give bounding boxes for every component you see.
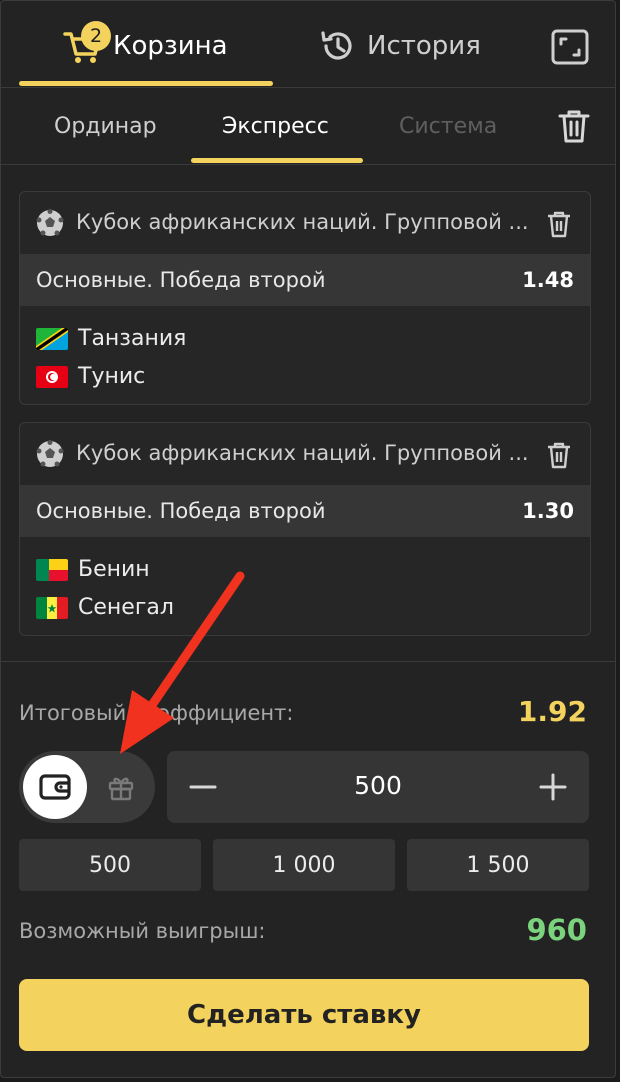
- football-icon: [36, 209, 64, 236]
- market-name: Основные. Победа второй: [36, 499, 326, 523]
- tab-history[interactable]: История: [319, 23, 481, 69]
- tunisia-flag-icon: [36, 365, 68, 388]
- top-tabs: 2 Корзина История: [1, 1, 615, 88]
- team-home: Танзания: [36, 326, 186, 351]
- market-row: Основные. Победа второй 1.48: [20, 254, 590, 306]
- tournament-name: Кубок африканских наций. Групповой ...: [76, 441, 529, 465]
- tab-cart[interactable]: 2 Корзина: [63, 21, 228, 69]
- balance-toggle[interactable]: [19, 751, 155, 823]
- wallet-option[interactable]: [23, 755, 87, 819]
- history-icon: [321, 31, 352, 60]
- cart-count-badge: 2: [81, 21, 111, 51]
- market-row: Основные. Победа второй 1.30: [20, 485, 590, 537]
- tab-express[interactable]: Экспресс: [222, 114, 329, 139]
- possible-win-value: 960: [526, 913, 587, 947]
- senegal-flag-icon: [36, 596, 68, 619]
- tab-single[interactable]: Ординар: [54, 114, 157, 139]
- team-away: Сенегал: [36, 595, 174, 620]
- team-home: Бенин: [36, 557, 150, 582]
- team-name: Бенин: [78, 557, 150, 582]
- betslip-panel: 2 Корзина История Ординар Экспресс Систе…: [0, 0, 616, 1078]
- plus-icon[interactable]: [537, 771, 569, 803]
- stake-input[interactable]: 500: [167, 771, 589, 800]
- bet-odd: 1.48: [522, 268, 574, 292]
- place-bet-button[interactable]: Сделать ставку: [19, 979, 589, 1051]
- wallet-icon: [39, 774, 71, 800]
- team-name: Танзания: [78, 326, 187, 351]
- bet-card-header: Кубок африканских наций. Групповой ...: [20, 423, 590, 485]
- trash-icon[interactable]: [557, 108, 591, 144]
- bet-odd: 1.30: [522, 499, 574, 523]
- tab-history-label: История: [367, 31, 481, 61]
- quick-amount-button[interactable]: 1 500: [407, 839, 589, 891]
- tournament-name: Кубок африканских наций. Групповой ...: [76, 210, 529, 234]
- section-divider: [1, 661, 615, 662]
- remove-bet-icon[interactable]: [546, 441, 572, 469]
- benin-flag-icon: [36, 558, 68, 581]
- active-subtab-underline: [191, 158, 363, 163]
- stake-stepper: 500: [167, 751, 589, 823]
- tanzania-flag-icon: [36, 327, 68, 350]
- bet-card-header: Кубок африканских наций. Групповой ...: [20, 192, 590, 254]
- total-odds-value: 1.92: [517, 695, 587, 728]
- tab-system[interactable]: Система: [399, 114, 497, 139]
- market-name: Основные. Победа второй: [36, 268, 326, 292]
- possible-win-label: Возможный выигрыш:: [19, 919, 266, 943]
- remove-bet-icon[interactable]: [546, 210, 572, 238]
- quick-amount-button[interactable]: 500: [19, 839, 201, 891]
- tab-cart-label: Корзина: [113, 31, 228, 61]
- team-away: Тунис: [36, 364, 145, 389]
- football-icon: [36, 440, 64, 467]
- total-odds-label: Итоговый коэффициент:: [19, 701, 294, 725]
- bet-card: Кубок африканских наций. Групповой ... О…: [19, 191, 591, 405]
- fullscreen-icon[interactable]: [551, 29, 589, 65]
- active-tab-underline: [19, 81, 273, 86]
- gift-icon[interactable]: [107, 773, 135, 801]
- team-name: Сенегал: [78, 595, 174, 620]
- teams: Бенин Сенегал: [20, 537, 590, 635]
- team-name: Тунис: [78, 364, 146, 389]
- bet-card: Кубок африканских наций. Групповой ... О…: [19, 422, 591, 636]
- teams: Танзания Тунис: [20, 306, 590, 404]
- quick-amount-button[interactable]: 1 000: [213, 839, 395, 891]
- bet-type-tabs: Ординар Экспресс Система: [1, 88, 615, 165]
